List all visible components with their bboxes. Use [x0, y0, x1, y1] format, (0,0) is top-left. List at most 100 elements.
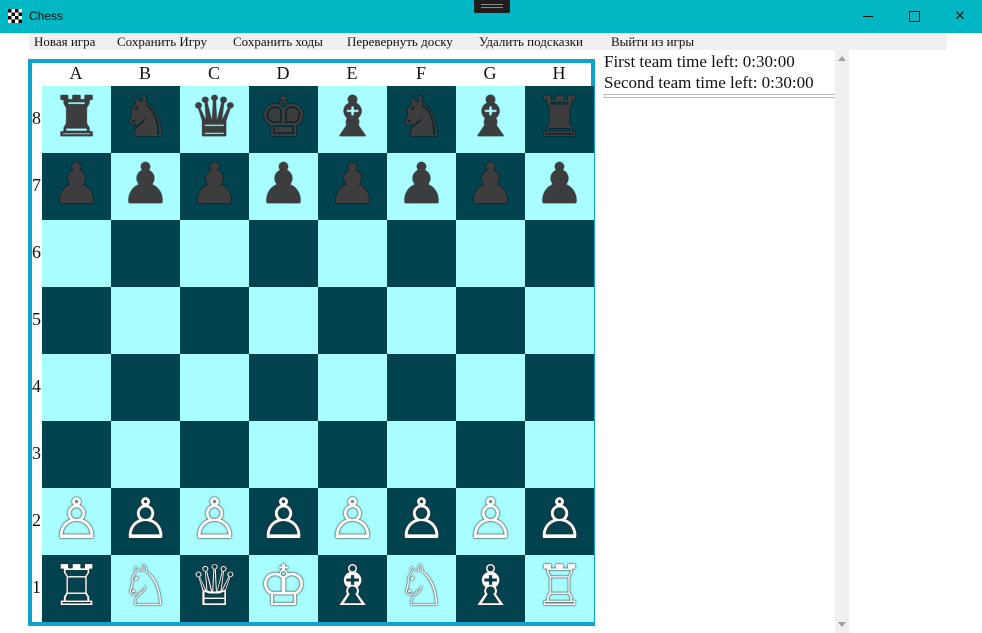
square-c5[interactable] [180, 287, 249, 354]
black-pawn-icon[interactable]: ♟ [318, 153, 387, 220]
black-rook-icon[interactable]: ♜ [525, 86, 594, 153]
square-g6[interactable] [456, 220, 525, 287]
square-c6[interactable] [180, 220, 249, 287]
square-f8[interactable]: ♞ [387, 86, 456, 153]
black-knight-icon[interactable]: ♞ [111, 86, 180, 153]
white-rook-icon[interactable]: ♖ [525, 555, 594, 622]
white-pawn-icon[interactable]: ♙ [249, 488, 318, 555]
square-h7[interactable]: ♟ [525, 153, 594, 220]
menu-exit-game[interactable]: Выйти из игры [611, 33, 694, 50]
square-a4[interactable] [42, 354, 111, 421]
square-h6[interactable] [525, 220, 594, 287]
white-pawn-icon[interactable]: ♙ [525, 488, 594, 555]
square-e2[interactable]: ♙ [318, 488, 387, 555]
white-rook-icon[interactable]: ♖ [42, 555, 111, 622]
black-king-icon[interactable]: ♚ [249, 86, 318, 153]
black-bishop-icon[interactable]: ♝ [456, 86, 525, 153]
menu-remove-hints[interactable]: Удалить подсказки [479, 33, 583, 50]
square-a6[interactable] [42, 220, 111, 287]
square-e5[interactable] [318, 287, 387, 354]
menu-save-moves[interactable]: Сохранить ходы [233, 33, 323, 50]
black-pawn-icon[interactable]: ♟ [249, 153, 318, 220]
square-a3[interactable] [42, 421, 111, 488]
square-h4[interactable] [525, 354, 594, 421]
square-g5[interactable] [456, 287, 525, 354]
square-a7[interactable]: ♟ [42, 153, 111, 220]
square-d6[interactable] [249, 220, 318, 287]
square-d5[interactable] [249, 287, 318, 354]
square-c8[interactable]: ♛ [180, 86, 249, 153]
square-e7[interactable]: ♟ [318, 153, 387, 220]
square-d4[interactable] [249, 354, 318, 421]
square-h5[interactable] [525, 287, 594, 354]
black-pawn-icon[interactable]: ♟ [525, 153, 594, 220]
black-pawn-icon[interactable]: ♟ [111, 153, 180, 220]
square-f5[interactable] [387, 287, 456, 354]
square-e3[interactable] [318, 421, 387, 488]
square-b5[interactable] [111, 287, 180, 354]
square-g3[interactable] [456, 421, 525, 488]
black-queen-icon[interactable]: ♛ [180, 86, 249, 153]
square-g7[interactable]: ♟ [456, 153, 525, 220]
square-h3[interactable] [525, 421, 594, 488]
square-c3[interactable] [180, 421, 249, 488]
white-bishop-icon[interactable]: ♗ [318, 555, 387, 622]
black-pawn-icon[interactable]: ♟ [456, 153, 525, 220]
maximize-button[interactable] [891, 0, 937, 33]
white-queen-icon[interactable]: ♕ [180, 555, 249, 622]
square-d7[interactable]: ♟ [249, 153, 318, 220]
square-e1[interactable]: ♗ [318, 555, 387, 622]
square-e6[interactable] [318, 220, 387, 287]
square-g4[interactable] [456, 354, 525, 421]
square-d2[interactable]: ♙ [249, 488, 318, 555]
square-b8[interactable]: ♞ [111, 86, 180, 153]
square-h1[interactable]: ♖ [525, 555, 594, 622]
square-f3[interactable] [387, 421, 456, 488]
square-f4[interactable] [387, 354, 456, 421]
scroll-up-icon[interactable] [838, 56, 846, 61]
vertical-scrollbar[interactable] [835, 50, 849, 633]
white-pawn-icon[interactable]: ♙ [42, 488, 111, 555]
square-b2[interactable]: ♙ [111, 488, 180, 555]
square-h2[interactable]: ♙ [525, 488, 594, 555]
scroll-down-icon[interactable] [838, 622, 846, 627]
square-d3[interactable] [249, 421, 318, 488]
square-c7[interactable]: ♟ [180, 153, 249, 220]
square-h8[interactable]: ♜ [525, 86, 594, 153]
black-pawn-icon[interactable]: ♟ [42, 153, 111, 220]
square-a1[interactable]: ♖ [42, 555, 111, 622]
menu-save-game[interactable]: Сохранить Игру [117, 33, 207, 50]
square-b6[interactable] [111, 220, 180, 287]
white-pawn-icon[interactable]: ♙ [180, 488, 249, 555]
square-f7[interactable]: ♟ [387, 153, 456, 220]
square-b7[interactable]: ♟ [111, 153, 180, 220]
white-knight-icon[interactable]: ♘ [111, 555, 180, 622]
square-a8[interactable]: ♜ [42, 86, 111, 153]
close-button[interactable]: ✕ [937, 0, 982, 33]
white-pawn-icon[interactable]: ♙ [387, 488, 456, 555]
white-pawn-icon[interactable]: ♙ [111, 488, 180, 555]
square-d8[interactable]: ♚ [249, 86, 318, 153]
square-b1[interactable]: ♘ [111, 555, 180, 622]
square-f1[interactable]: ♘ [387, 555, 456, 622]
black-bishop-icon[interactable]: ♝ [318, 86, 387, 153]
menu-flip-board[interactable]: Перевернуть доску [347, 33, 453, 50]
square-c4[interactable] [180, 354, 249, 421]
square-b4[interactable] [111, 354, 180, 421]
black-rook-icon[interactable]: ♜ [42, 86, 111, 153]
square-c2[interactable]: ♙ [180, 488, 249, 555]
square-b3[interactable] [111, 421, 180, 488]
square-a2[interactable]: ♙ [42, 488, 111, 555]
black-knight-icon[interactable]: ♞ [387, 86, 456, 153]
black-pawn-icon[interactable]: ♟ [387, 153, 456, 220]
white-pawn-icon[interactable]: ♙ [318, 488, 387, 555]
square-a5[interactable] [42, 287, 111, 354]
square-f2[interactable]: ♙ [387, 488, 456, 555]
black-pawn-icon[interactable]: ♟ [180, 153, 249, 220]
square-g8[interactable]: ♝ [456, 86, 525, 153]
white-knight-icon[interactable]: ♘ [387, 555, 456, 622]
square-g1[interactable]: ♗ [456, 555, 525, 622]
minimize-button[interactable] [845, 0, 891, 33]
drag-grip-handle[interactable] [474, 0, 510, 13]
square-e8[interactable]: ♝ [318, 86, 387, 153]
